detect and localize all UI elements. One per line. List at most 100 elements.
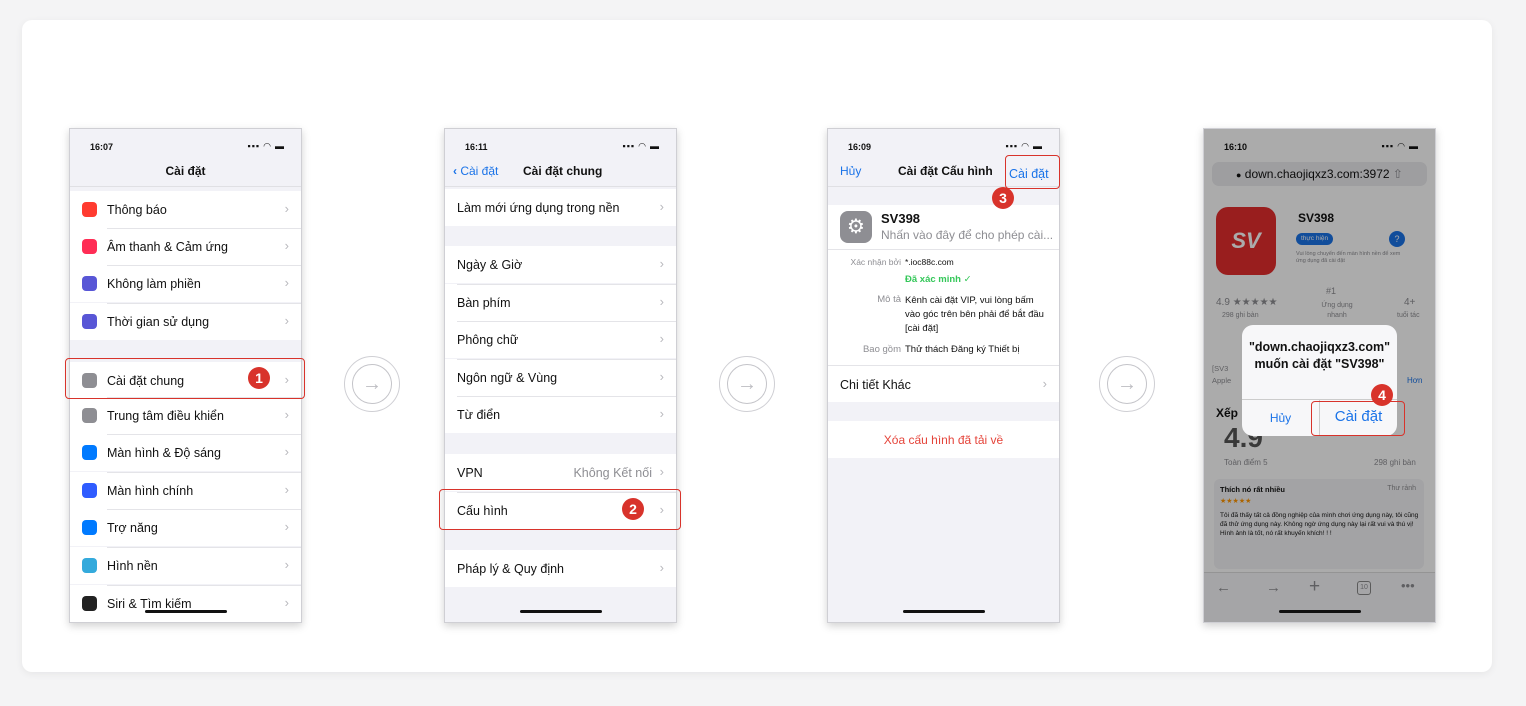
settings-row-label: Thông báo	[107, 203, 167, 217]
highlight-dialog-install	[1311, 401, 1405, 436]
back-label: Cài đặt	[460, 164, 499, 178]
highlight-profile	[439, 489, 681, 530]
step-badge-1: 1	[248, 367, 270, 389]
general-row-label: Phông chữ	[457, 333, 519, 347]
settings-row[interactable]: Âm thanh & Cảm ứng ›	[70, 228, 301, 265]
divider	[828, 249, 1059, 250]
general-row-value: Không Kết nối	[573, 466, 652, 480]
general-row[interactable]: Ngày & Giờ ›	[445, 246, 676, 283]
general-row[interactable]: Bàn phím ›	[445, 284, 676, 321]
moon-icon	[82, 276, 97, 291]
chevron-right-icon: ›	[284, 595, 289, 610]
chevron-right-icon: ›	[284, 238, 289, 253]
more-details-row[interactable]: Chi tiết Khác ›	[828, 365, 1059, 402]
chevron-right-icon: ›	[284, 557, 289, 572]
home-screen-icon	[82, 483, 97, 498]
settings-gear-icon: ⚙	[840, 211, 872, 243]
settings-row-label: Siri & Tìm kiếm	[107, 597, 192, 611]
chevron-right-icon: ›	[659, 560, 664, 575]
chevron-right-icon: ›	[659, 256, 664, 271]
general-row[interactable]: Ngôn ngữ & Vùng ›	[445, 359, 676, 396]
settings-row-label: Thời gian sử dụng	[107, 315, 210, 329]
arrow-right-icon: →	[727, 364, 767, 404]
remove-profile-label: Xóa cấu hình đã tải về	[883, 433, 1004, 447]
divider	[70, 186, 301, 187]
settings-row-label: Không làm phiền	[107, 277, 201, 291]
page-title: Cài đặt	[165, 164, 206, 178]
signed-by-label: Xác nhận bởi	[850, 257, 901, 267]
dialog-message: "down.chaojiqxz3.com" muốn cài đặt "SV39…	[1248, 340, 1391, 371]
status-bar: 16:07 ▪▪▪ ◠ ▬	[70, 129, 301, 163]
general-row[interactable]: Pháp lý & Quy định ›	[445, 550, 676, 587]
next-arrow-3: →	[1099, 356, 1155, 412]
arrow-right-icon: →	[352, 364, 392, 404]
general-row[interactable]: Phông chữ ›	[445, 321, 676, 358]
settings-row[interactable]: Không làm phiền ›	[70, 265, 301, 302]
settings-row[interactable]: Trợ năng ›	[70, 509, 301, 546]
phone-install-profile: 16:09 ▪▪▪ ◠ ▬ Hủy Cài đặt Cấu hình Cài đ…	[827, 128, 1060, 623]
phone-general: 16:11 ▪▪▪ ◠ ▬ ‹ Cài đặt Cài đặt chung Là…	[444, 128, 677, 623]
settings-row-label: Màn hình & Độ sáng	[107, 446, 221, 460]
accessibility-icon	[82, 520, 97, 535]
profile-panel: ⚙ SV398 Nhấn vào đây để cho phép cài... …	[828, 205, 1059, 379]
settings-row[interactable]: Màn hình chính ›	[70, 472, 301, 509]
home-indicator	[902, 610, 985, 613]
status-time: 16:07	[90, 142, 114, 152]
arrow-right-icon: →	[1107, 364, 1147, 404]
chevron-right-icon: ›	[284, 275, 289, 290]
remove-profile-row[interactable]: Xóa cấu hình đã tải về	[828, 421, 1059, 458]
chevron-right-icon: ›	[659, 199, 664, 214]
divider	[445, 186, 676, 187]
chevron-right-icon: ›	[659, 331, 664, 346]
settings-row[interactable]: Siri & Tìm kiếm ›	[70, 585, 301, 622]
contains-value: Thử thách Đăng ký Thiết bị	[905, 344, 1020, 355]
more-details-label: Chi tiết Khác	[840, 378, 911, 392]
settings-row-label: Hình nền	[107, 559, 158, 573]
settings-row[interactable]: Trung tâm điều khiển ›	[70, 397, 301, 434]
chevron-right-icon: ›	[659, 464, 664, 479]
settings-row[interactable]: Thông báo ›	[70, 191, 301, 228]
home-indicator	[519, 610, 602, 613]
step-badge-3: 3	[992, 187, 1014, 209]
chevron-right-icon: ›	[1042, 376, 1047, 391]
dialog-cancel-button[interactable]: Hủy	[1242, 411, 1319, 425]
cancel-button[interactable]: Hủy	[840, 164, 861, 178]
settings-row[interactable]: Hình nền ›	[70, 547, 301, 584]
general-row-label: Bàn phím	[457, 296, 511, 310]
general-row[interactable]: Làm mới ứng dụng trong nền ›	[445, 189, 676, 226]
phone-safari-install: 16:10 ▪▪▪ ◠ ▬ ● down.chaojiqxz3.com:3972…	[1203, 128, 1436, 623]
signal-icon: ▪▪▪ ◠ ▬	[1005, 141, 1043, 151]
general-row-label: Từ điển	[457, 408, 501, 422]
description-value: Kênh cài đặt VIP, vui lòng bấm vào góc t…	[905, 295, 1044, 334]
hourglass-icon	[82, 314, 97, 329]
settings-row-label: Màn hình chính	[107, 484, 194, 498]
settings-row-label: Trợ năng	[107, 521, 158, 535]
status-bar: 16:11 ▪▪▪ ◠ ▬	[445, 129, 676, 163]
verified-text: Đã xác minh ✓	[905, 274, 972, 285]
general-row-label: Pháp lý & Quy định	[457, 562, 565, 576]
page-title: Cài đặt Cấu hình	[898, 164, 993, 178]
signal-icon: ▪▪▪ ◠ ▬	[247, 141, 285, 151]
chevron-right-icon: ›	[284, 201, 289, 216]
back-button[interactable]: ‹ Cài đặt	[453, 164, 498, 178]
description-label: Mô tả	[877, 294, 901, 305]
general-row[interactable]: VPN Không Kết nối ›	[445, 454, 676, 491]
wallpaper-icon	[82, 558, 97, 573]
notification-icon	[82, 202, 97, 217]
settings-row-label: Âm thanh & Cảm ứng	[107, 240, 228, 254]
profile-subtitle: Nhấn vào đây để cho phép cài...	[881, 228, 1054, 242]
signed-by-value: *.ioc88c.com	[905, 257, 954, 267]
general-row[interactable]: Từ điển ›	[445, 396, 676, 433]
chevron-right-icon: ›	[284, 482, 289, 497]
home-indicator	[144, 610, 227, 613]
control-center-icon	[82, 408, 97, 423]
next-arrow-1: →	[344, 356, 400, 412]
chevron-right-icon: ›	[659, 406, 664, 421]
highlight-install	[1005, 155, 1060, 189]
settings-row[interactable]: Thời gian sử dụng ›	[70, 303, 301, 340]
settings-row[interactable]: Màn hình & Độ sáng ›	[70, 434, 301, 471]
chevron-right-icon: ›	[659, 294, 664, 309]
home-indicator	[1278, 610, 1361, 613]
chevron-right-icon: ›	[659, 369, 664, 384]
sound-icon	[82, 239, 97, 254]
